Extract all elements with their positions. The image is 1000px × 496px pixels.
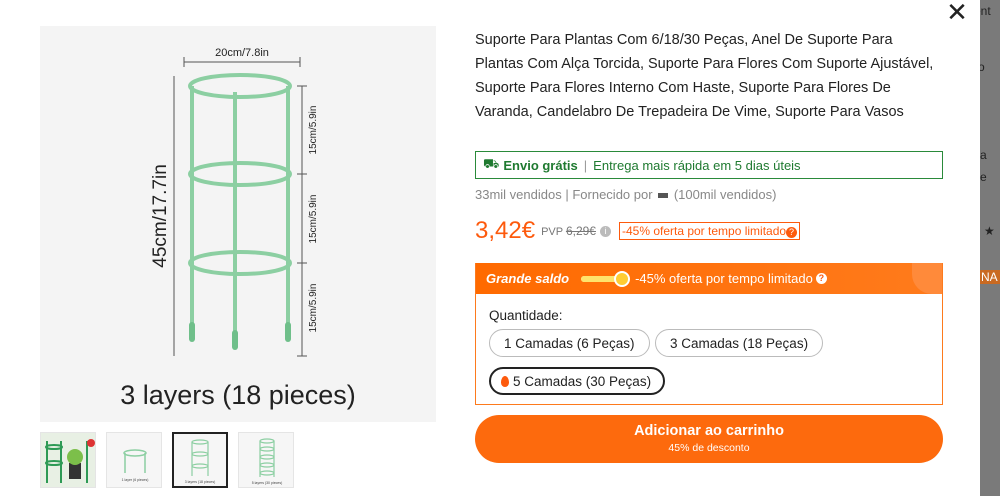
flame-icon xyxy=(501,375,509,387)
separator: | xyxy=(583,157,588,173)
pvp-price: PVP 6,29€ xyxy=(541,224,596,238)
sale-decoration xyxy=(912,263,942,294)
thumbnail-3[interactable]: 3 layers (18 pieces) xyxy=(172,432,228,488)
sale-progress-track xyxy=(581,270,630,287)
info-icon[interactable]: i xyxy=(599,225,611,237)
sale-text: -45% oferta por tempo limitado xyxy=(635,271,813,286)
quantity-option-1[interactable]: 1 Camadas (6 Peças) xyxy=(489,329,650,357)
supplier-sales: (100mil vendidos) xyxy=(673,187,777,202)
sold-count: 33mil vendidos xyxy=(475,187,562,202)
thumbnail-1[interactable] xyxy=(40,432,96,488)
truck-icon: ⛟ xyxy=(483,156,500,171)
help-icon[interactable]: ? xyxy=(786,227,798,238)
thumbnail-4[interactable]: 5 layers (30 pieces) xyxy=(238,432,294,488)
free-shipping-label: Envio grátis xyxy=(503,157,578,173)
bg-fragment: a xyxy=(980,148,987,162)
add-to-cart-label: Adicionar ao carrinho xyxy=(634,423,784,439)
svg-text:3 layers (18 pieces): 3 layers (18 pieces) xyxy=(185,480,216,484)
segment-label-2: 15cm/5.9in xyxy=(308,195,319,244)
bg-fragment: NA xyxy=(978,270,1000,284)
sale-banner: Grande saldo -45% oferta por tempo limit… xyxy=(476,263,942,294)
supplier-logo-icon xyxy=(658,193,669,199)
product-main-image: 20cm/7.8in 45cm/17.7in 15cm/5.9in 15cm/5… xyxy=(40,26,436,422)
help-icon[interactable]: ? xyxy=(815,273,827,284)
segment-label-3: 15cm/5.9in xyxy=(308,284,319,333)
plant-support-illustration: 20cm/7.8in 45cm/17.7in 15cm/5.9in 15cm/5… xyxy=(120,47,356,410)
thumbnail-strip: 1 layer (6 pieces) 3 layers (18 pieces) … xyxy=(40,432,294,488)
quantity-option-3[interactable]: 5 Camadas (30 Peças) xyxy=(489,367,666,395)
thumbnail-2[interactable]: 1 layer (6 pieces) xyxy=(106,432,162,488)
quantity-option-3-label: 5 Camadas (30 Peças) xyxy=(513,373,652,389)
segment-label-1: 15cm/5.9in xyxy=(308,106,319,155)
support-rings xyxy=(188,73,292,276)
product-quick-view-modal: ✕ 20cm/7.8in 45cm/17.7in 15cm/5.9in 15cm… xyxy=(0,0,980,496)
bg-fragment: ★ xyxy=(984,224,995,238)
leg-tips xyxy=(189,322,291,350)
product-title: Suporte Para Plantas Com 6/18/30 Peças, … xyxy=(475,32,934,120)
svg-text:5 layers (30 pieces): 5 layers (30 pieces) xyxy=(252,481,283,485)
sale-label: Grande saldo xyxy=(486,271,570,286)
image-caption: 3 layers (18 pieces) xyxy=(120,380,356,410)
close-icon[interactable]: ✕ xyxy=(946,0,968,25)
sale-panel: Grande saldo -45% oferta por tempo limit… xyxy=(475,263,943,405)
discount-label: 45% de desconto xyxy=(668,442,750,454)
limited-deal-badge: -45% oferta por tempo limitado? xyxy=(618,222,801,240)
sale-progress-icon xyxy=(613,270,630,287)
support-legs xyxy=(190,86,290,344)
svg-text:1 layer (6 pieces): 1 layer (6 pieces) xyxy=(122,478,149,482)
quantity-option-2[interactable]: 3 Camadas (18 Peças) xyxy=(655,329,824,357)
width-label: 20cm/7.8in xyxy=(215,47,269,59)
bg-fragment: e xyxy=(980,170,987,184)
quantity-label: Quantidade: xyxy=(489,308,563,323)
shipping-banner: ⛟ Envio grátis | Entrega mais rápida em … xyxy=(475,151,943,179)
height-label: 45cm/17.7in xyxy=(150,164,171,268)
add-to-cart-button[interactable]: Adicionar ao carrinho 45% de desconto xyxy=(475,415,943,463)
current-price: 3,42€ xyxy=(475,217,536,244)
shipping-detail: Entrega mais rápida em 5 dias úteis xyxy=(593,157,801,173)
supplied-by-label: Fornecido por xyxy=(572,187,653,202)
sales-info: 33mil vendidos | Fornecido por (100mil v… xyxy=(475,187,777,202)
price-row: 3,42€ PVP 6,29€ i -45% oferta por tempo … xyxy=(475,217,801,245)
original-price: 6,29€ xyxy=(565,224,596,238)
